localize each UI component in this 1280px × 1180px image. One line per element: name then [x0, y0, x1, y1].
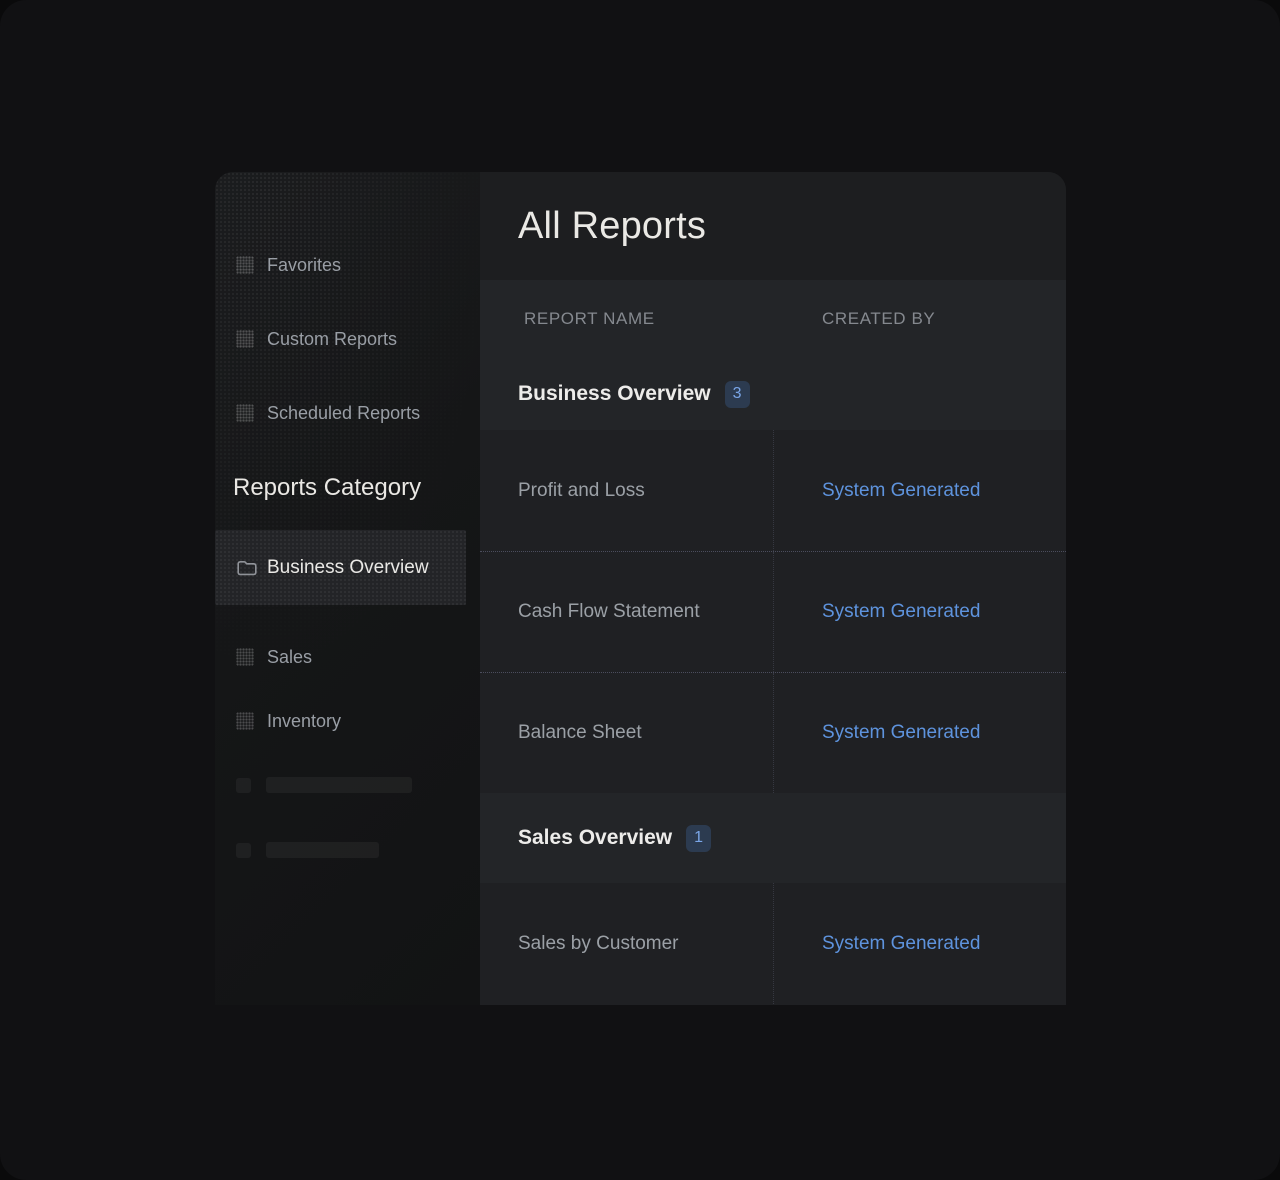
count-badge: 3 — [725, 381, 750, 408]
title-band: All Reports — [480, 172, 1066, 280]
column-header-created-by: CREATED BY — [773, 309, 1066, 329]
group-rows: Profit and Loss System Generated Cash Fl… — [480, 430, 1066, 793]
report-name: Balance Sheet — [518, 722, 642, 744]
skeleton-icon — [236, 778, 251, 793]
report-name: Profit and Loss — [518, 480, 645, 502]
sidebar-item-custom-reports[interactable]: Custom Reports — [236, 325, 480, 353]
report-group-business-overview: Business Overview 3 Profit and Loss Syst… — [480, 358, 1066, 793]
table-row-profit-and-loss[interactable]: Profit and Loss System Generated — [480, 430, 1066, 551]
sidebar-item-label: Favorites — [267, 255, 341, 276]
page-title: All Reports — [518, 205, 706, 248]
sidebar-item-sales[interactable]: Sales — [236, 643, 480, 671]
placeholder-icon — [236, 648, 254, 666]
sidebar-skeleton-item — [236, 777, 480, 793]
report-name-cell: Balance Sheet — [480, 673, 773, 793]
sidebar-item-favorites[interactable]: Favorites — [236, 251, 480, 279]
sidebar-item-inventory[interactable]: Inventory — [236, 707, 480, 735]
reports-panel: All Reports REPORT NAME CREATED BY Busin… — [480, 172, 1066, 1005]
app-frame: Favorites Custom Reports Scheduled Repor… — [0, 0, 1280, 1180]
skeleton-icon — [236, 843, 251, 858]
placeholder-icon — [236, 330, 254, 348]
column-header-report-name: REPORT NAME — [480, 309, 773, 329]
sidebar-item-label: Sales — [267, 647, 312, 668]
sidebar-skeleton-group — [215, 777, 480, 858]
table-header: REPORT NAME CREATED BY — [480, 280, 1066, 358]
created-by-link[interactable]: System Generated — [822, 480, 980, 502]
table-row-balance-sheet[interactable]: Balance Sheet System Generated — [480, 672, 1066, 793]
created-by-link[interactable]: System Generated — [822, 601, 980, 623]
skeleton-bar — [266, 777, 412, 793]
created-by-cell: System Generated — [773, 673, 1066, 793]
report-groups: Business Overview 3 Profit and Loss Syst… — [480, 358, 1066, 1004]
table-row-cash-flow-statement[interactable]: Cash Flow Statement System Generated — [480, 551, 1066, 672]
sidebar: Favorites Custom Reports Scheduled Repor… — [215, 172, 480, 1005]
reports-category-heading: Reports Category — [233, 473, 480, 503]
sidebar-item-scheduled-reports[interactable]: Scheduled Reports — [236, 399, 480, 427]
folder-icon — [236, 559, 258, 577]
report-name: Sales by Customer — [518, 933, 679, 955]
report-name-cell: Profit and Loss — [480, 430, 773, 551]
sidebar-item-label: Business Overview — [267, 557, 429, 579]
placeholder-icon — [236, 712, 254, 730]
sidebar-item-business-overview[interactable]: Business Overview — [215, 530, 466, 605]
count-badge: 1 — [686, 825, 711, 852]
created-by-cell: System Generated — [773, 552, 1066, 672]
report-name-cell: Sales by Customer — [480, 883, 773, 1004]
skeleton-bar — [266, 842, 379, 858]
table-row-sales-by-customer[interactable]: Sales by Customer System Generated — [480, 883, 1066, 1004]
placeholder-icon — [236, 404, 254, 422]
report-group-sales-overview: Sales Overview 1 Sales by Customer Syste… — [480, 793, 1066, 1004]
sidebar-item-label: Inventory — [267, 711, 341, 732]
sidebar-nav-top: Favorites Custom Reports Scheduled Repor… — [215, 251, 480, 427]
group-name: Business Overview — [518, 382, 711, 406]
placeholder-icon — [236, 256, 254, 274]
created-by-cell: System Generated — [773, 883, 1066, 1004]
sidebar-item-label: Scheduled Reports — [267, 403, 420, 424]
created-by-cell: System Generated — [773, 430, 1066, 551]
group-header[interactable]: Business Overview 3 — [480, 358, 1066, 430]
group-rows: Sales by Customer System Generated — [480, 883, 1066, 1004]
created-by-link[interactable]: System Generated — [822, 722, 980, 744]
group-header[interactable]: Sales Overview 1 — [480, 793, 1066, 883]
sidebar-nav-bottom: Sales Inventory — [215, 643, 480, 735]
report-name: Cash Flow Statement — [518, 601, 700, 623]
group-name: Sales Overview — [518, 826, 672, 850]
report-name-cell: Cash Flow Statement — [480, 552, 773, 672]
created-by-link[interactable]: System Generated — [822, 933, 980, 955]
sidebar-item-label: Custom Reports — [267, 329, 397, 350]
sidebar-skeleton-item — [236, 842, 480, 858]
